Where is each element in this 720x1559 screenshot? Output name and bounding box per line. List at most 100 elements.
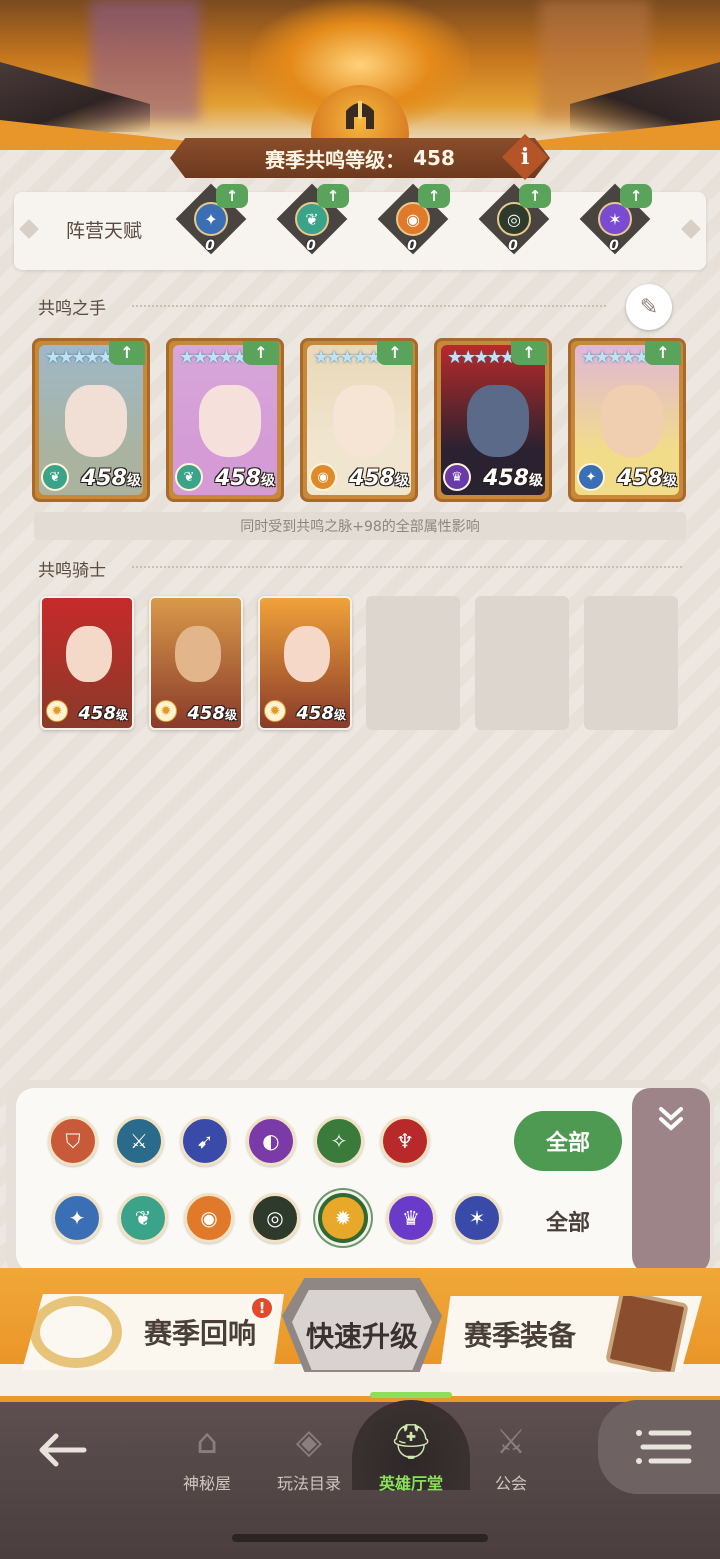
support-icon[interactable]: ✧ — [314, 1116, 364, 1166]
season-resonance-level: 赛季共鸣等级： 458 — [170, 138, 550, 178]
home-indicator — [232, 1534, 488, 1542]
resonance-knights-title: 共鸣骑士 — [38, 561, 106, 581]
hero-level: 458级 — [483, 466, 543, 491]
ring-icon — [30, 1296, 122, 1368]
faction-talent-lightbearer-icon[interactable]: ✦ ↑ 0 — [175, 183, 248, 255]
nav-item-hero-hall[interactable]: ⛑ 英雄厅堂 — [366, 1404, 456, 1494]
star-rating: ★★★★★ — [447, 347, 516, 368]
star-rating: ★★★★★ — [179, 347, 248, 368]
celestial-icon[interactable]: ✶ — [452, 1193, 502, 1243]
star-rating: ★★★★★ — [45, 347, 114, 368]
nav-item-mystery-house[interactable]: ⌂ 神秘屋 — [162, 1404, 252, 1494]
empty-knight-slot[interactable] — [366, 596, 460, 730]
knight-portrait — [284, 626, 330, 682]
upgrade-arrow-icon[interactable]: ↑ — [317, 184, 349, 208]
hero-card[interactable]: ★★★★★ ↑ ❦ 458级 — [32, 338, 150, 502]
knight-level: 458级 — [187, 703, 237, 724]
upgrade-arrow-icon[interactable]: ↑ — [243, 341, 279, 365]
upgrade-arrow-icon[interactable]: ↑ — [620, 184, 652, 208]
wilder-icon[interactable]: ❦ — [118, 1193, 168, 1243]
back-arrow-icon[interactable] — [32, 1420, 92, 1480]
upgrade-arrow-icon[interactable]: ↑ — [519, 184, 551, 208]
dimensional-badge-icon: ✹ — [264, 700, 286, 722]
star-rating: ★★★★★ — [581, 347, 650, 368]
double-chevron-down-icon[interactable] — [632, 1088, 710, 1274]
talent-count: 0 — [609, 238, 619, 254]
hero-level: 458级 — [617, 466, 677, 491]
faction-badge-icon: ❦ — [175, 463, 203, 491]
upgrade-arrow-icon[interactable]: ↑ — [109, 341, 145, 365]
talent-count: 0 — [205, 238, 215, 254]
knight-portrait — [66, 626, 112, 682]
warrior-icon[interactable]: ⚔ — [114, 1116, 164, 1166]
berserker-icon[interactable]: ♆ — [380, 1116, 430, 1166]
menu-list-icon[interactable] — [598, 1400, 720, 1494]
resonance-hands-title: 共鸣之手 — [38, 299, 106, 319]
hero-card[interactable]: ★★★★★ ↑ ♛ 458级 — [434, 338, 552, 502]
nav-label: 英雄厅堂 — [378, 1474, 443, 1493]
nav-label: 神秘屋 — [182, 1474, 231, 1493]
talent-count: 0 — [508, 238, 518, 254]
hero-card[interactable]: ★★★★★ ↑ ◉ 458级 — [300, 338, 418, 502]
faction-badge-icon: ✦ — [577, 463, 605, 491]
level-value: 458 — [413, 146, 455, 170]
nav-label: 玩法目录 — [276, 1474, 341, 1493]
season-echo-label: 赛季回响 — [143, 1317, 256, 1350]
upgrade-arrow-icon[interactable]: ↑ — [216, 184, 248, 208]
diamond-decoration — [681, 219, 701, 239]
faction-filter-all-button[interactable]: 全部 — [514, 1193, 622, 1249]
knight-card[interactable]: ✹ 458级 — [40, 596, 134, 730]
lightbearer-icon[interactable]: ✦ — [52, 1193, 102, 1243]
talent-count: 0 — [407, 238, 417, 254]
hypogean-icon[interactable]: ♛ — [386, 1193, 436, 1243]
ranger-bow-icon[interactable]: ➹ — [180, 1116, 230, 1166]
faction-talent-title: 阵营天赋 — [66, 220, 143, 242]
faction-talent-mauler-icon[interactable]: ◎ ↑ 0 — [478, 183, 551, 255]
knight-level: 458级 — [78, 703, 128, 724]
notification-badge: ! — [250, 1296, 274, 1320]
dimensional-badge-icon: ✹ — [155, 700, 177, 722]
equipment-chest-icon — [605, 1296, 689, 1372]
mauler-icon[interactable]: ◎ — [250, 1193, 300, 1243]
hero-card[interactable]: ★★★★★ ↑ ✦ 458级 — [568, 338, 686, 502]
talent-count: 0 — [306, 238, 316, 254]
faction-talent-wilder-icon[interactable]: ❦ ↑ 0 — [276, 183, 349, 255]
upgrade-arrow-icon[interactable]: ↑ — [645, 341, 681, 365]
game-modes-icon: ◈ — [295, 1422, 323, 1462]
quill-edit-icon[interactable]: ✎ — [626, 284, 672, 330]
nav-item-game-modes[interactable]: ◈ 玩法目录 — [264, 1404, 354, 1494]
hero-card[interactable]: ★★★★★ ↑ ❦ 458级 — [166, 338, 284, 502]
guild-icon: ⚔ — [495, 1422, 527, 1462]
dimensional-icon[interactable]: ✹ — [318, 1193, 368, 1243]
mage-icon[interactable]: ◐ — [246, 1116, 296, 1166]
knight-card[interactable]: ✹ 458级 — [258, 596, 352, 730]
season-equipment-label: 赛季装备 — [464, 1319, 577, 1352]
active-tab-indicator — [370, 1392, 452, 1398]
star-rating: ★★★★★ — [313, 347, 382, 368]
hero-level: 458级 — [81, 466, 141, 491]
diamond-decoration — [19, 219, 39, 239]
upgrade-arrow-icon[interactable]: ↑ — [377, 341, 413, 365]
upgrade-arrow-icon[interactable]: ↑ — [418, 184, 450, 208]
season-equipment-tab[interactable]: 赛季装备 — [440, 1296, 702, 1372]
knight-portrait — [175, 626, 221, 682]
tank-shield-icon[interactable]: ⛉ — [48, 1116, 98, 1166]
graveborn-icon[interactable]: ◉ — [184, 1193, 234, 1243]
level-label: 赛季共鸣等级： — [265, 147, 406, 172]
empty-knight-slot[interactable] — [584, 596, 678, 730]
season-echo-tab[interactable]: 赛季回响 — [22, 1294, 284, 1370]
hero-level: 458级 — [215, 466, 275, 491]
faction-talent-graveborn-icon[interactable]: ◉ ↑ 0 — [377, 183, 450, 255]
dimensional-badge-icon: ✹ — [46, 700, 68, 722]
resonance-note: 同时受到共鸣之脉+98的全部属性影响 — [34, 512, 686, 540]
nav-item-guild[interactable]: ⚔ 公会 — [466, 1404, 556, 1494]
empty-knight-slot[interactable] — [475, 596, 569, 730]
hero-level: 458级 — [349, 466, 409, 491]
faction-badge-icon: ❦ — [41, 463, 69, 491]
quick-upgrade-tab[interactable]: 快速升级 — [292, 1290, 432, 1370]
upgrade-arrow-icon[interactable]: ↑ — [511, 341, 547, 365]
knight-card[interactable]: ✹ 458级 — [149, 596, 243, 730]
faction-talent-celestial-hypogean-icon[interactable]: ✶ ↑ 0 — [579, 183, 652, 255]
class-filter-all-button[interactable]: 全部 — [514, 1111, 622, 1171]
nav-label: 公会 — [494, 1474, 527, 1493]
